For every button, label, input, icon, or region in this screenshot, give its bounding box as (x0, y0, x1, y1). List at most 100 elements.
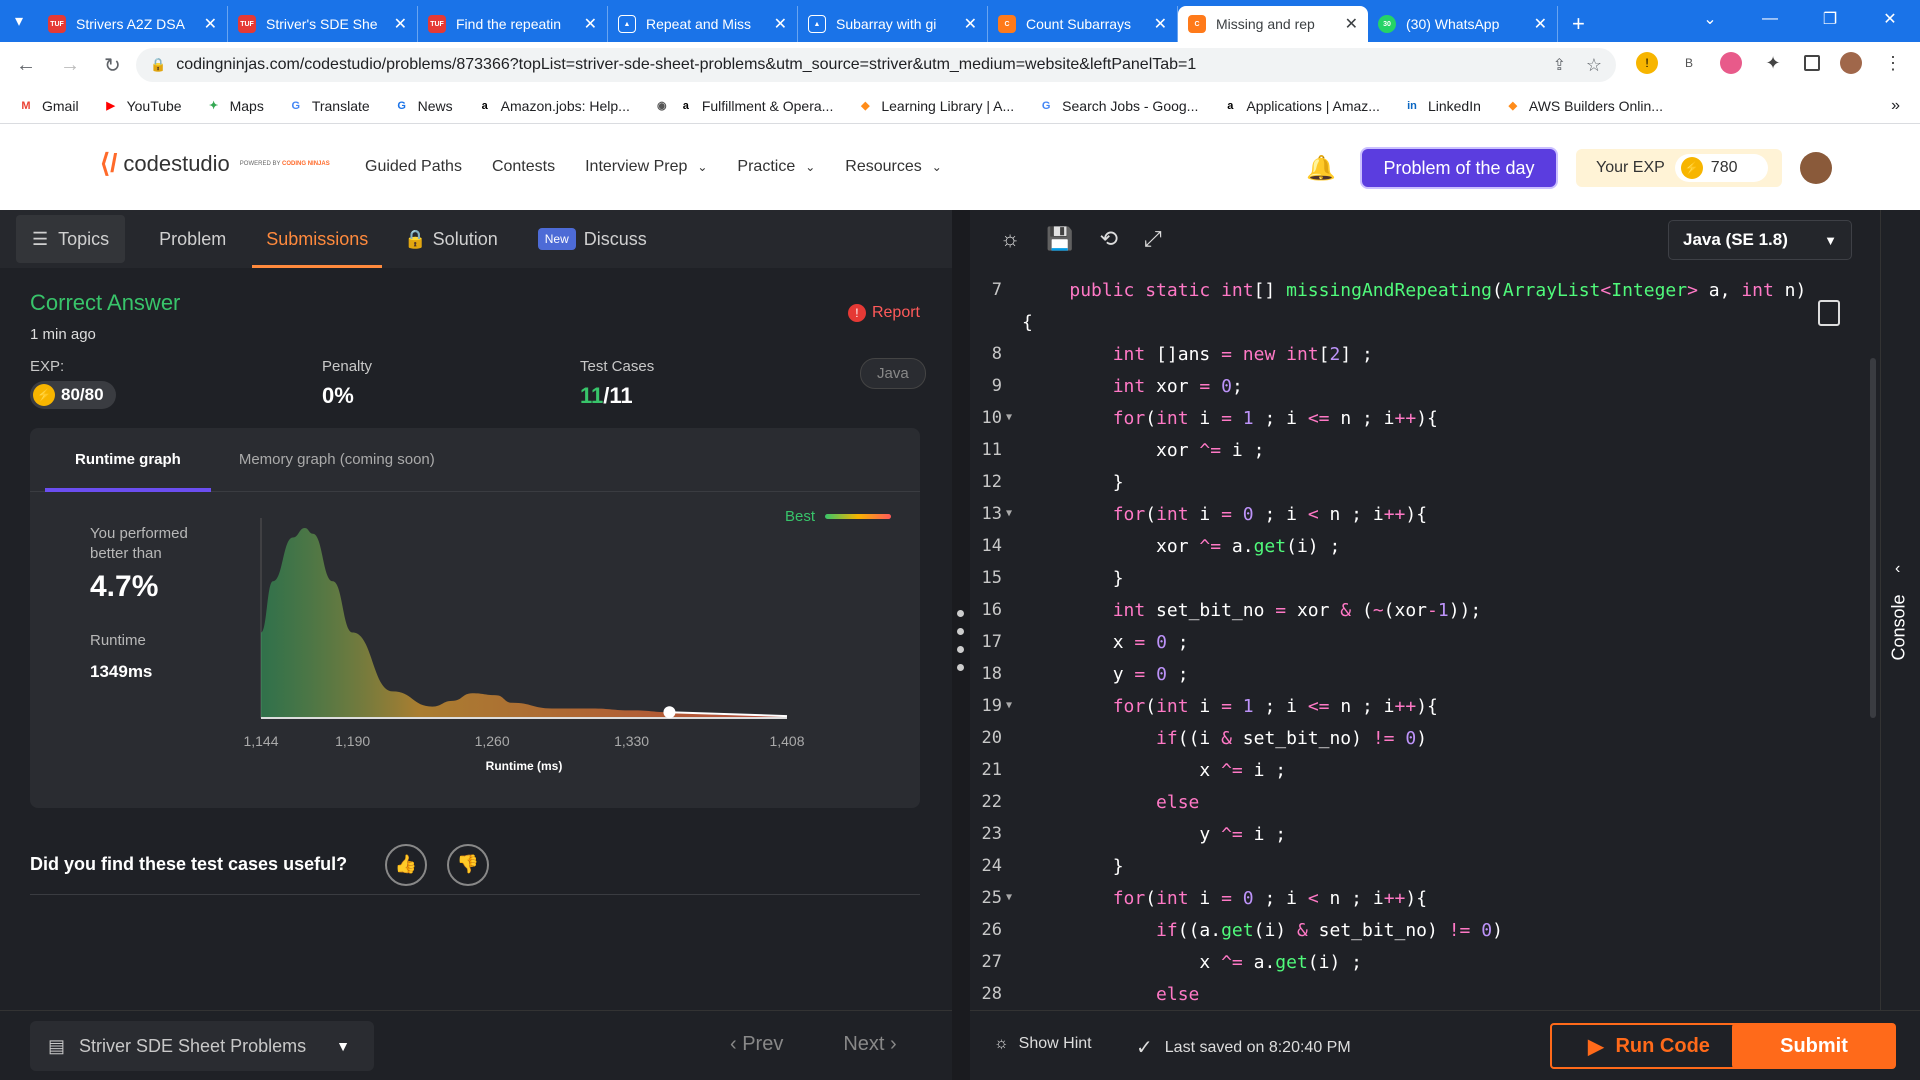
bookmark-item[interactable]: ◉ a Fulfillment & Opera... (654, 98, 833, 114)
submit-button[interactable]: Submit (1732, 1023, 1896, 1069)
code-token: ; i (1253, 504, 1308, 525)
bookmark-item[interactable]: a Amazon.jobs: Help... (477, 98, 630, 114)
menu-icon[interactable]: ⋮ (1882, 52, 1904, 74)
bookmark-item[interactable]: ◆ Learning Library | A... (857, 98, 1014, 114)
close-tab-icon[interactable]: ✕ (204, 14, 217, 34)
forward-icon[interactable]: → (60, 54, 80, 77)
tab-solution[interactable]: 🔒 Solution (390, 210, 511, 268)
lock-icon: 🔒 (404, 228, 427, 249)
code-text: public static int[] missingAndRepeating(… (1026, 280, 1806, 301)
browser-tab[interactable]: TUF Strivers A2Z DSA ✕ (38, 6, 228, 42)
line-number: 25 (981, 888, 1002, 908)
fullscreen-icon[interactable]: ⤢ (1144, 226, 1162, 252)
puzzle-icon[interactable]: ✦ (1762, 52, 1784, 74)
tab-topics[interactable]: ☰ Topics (16, 215, 126, 263)
code-token: - (1427, 600, 1438, 621)
editor-scrollbar[interactable] (1870, 358, 1876, 718)
nav-practice[interactable]: Practice ⌄ (737, 158, 815, 176)
bookmark-item[interactable]: G Search Jobs - Goog... (1038, 98, 1198, 114)
code-text: } (1026, 856, 1124, 877)
extension-b-icon[interactable]: B (1678, 52, 1700, 74)
left-panel: ☰ Topics Problem Submissions 🔒 Solution Ne… (0, 210, 952, 1010)
profile-avatar[interactable] (1840, 52, 1862, 74)
share-icon[interactable]: ⇪ (1553, 55, 1566, 75)
browser-tab[interactable]: TUF Find the repeatin ✕ (418, 6, 608, 42)
bookmark-item[interactable]: a Applications | Amaz... (1222, 98, 1380, 114)
thumbs-up-icon[interactable]: 👍 (385, 843, 428, 886)
bookmark-item[interactable]: M Gmail (18, 98, 78, 114)
new-tab-button[interactable]: + (1572, 6, 1585, 42)
tab-problem[interactable]: Problem (145, 210, 240, 268)
bookmark-item[interactable]: ◆ AWS Builders Onlin... (1505, 98, 1663, 114)
bookmark-item[interactable]: G News (394, 98, 452, 114)
prev-button[interactable]: ‹ Prev (730, 1033, 783, 1056)
url-bar[interactable]: 🔒 codingninjas.com/codestudio/problems/8… (136, 48, 1616, 82)
close-window-button[interactable]: ✕ (1860, 9, 1920, 29)
copy-icon[interactable] (1818, 300, 1840, 326)
bookmark-favicon-icon: ◆ (861, 100, 870, 112)
close-tab-icon[interactable]: ✕ (1154, 14, 1167, 34)
theme-toggle-icon[interactable]: ☼ (1000, 226, 1020, 252)
browser-tab[interactable]: ▲ Repeat and Miss ✕ (608, 6, 798, 42)
resize-handle[interactable] (957, 610, 964, 671)
close-tab-icon[interactable]: ✕ (774, 14, 787, 34)
nav-guided-paths[interactable]: Guided Paths (365, 158, 462, 176)
thumbs-down-icon[interactable]: 👎 (447, 843, 490, 886)
bookmark-star-icon[interactable]: ☆ (1586, 55, 1602, 76)
code-area[interactable]: 7 public static int[] missingAndRepeatin… (970, 268, 1880, 1010)
codestudio-logo[interactable]: ⟨/ codestudio POWERED BY CODING NINJAS (100, 148, 330, 179)
report-button[interactable]: ! Report (847, 304, 920, 322)
save-icon[interactable]: 💾 (1046, 226, 1073, 252)
nav-resources[interactable]: Resources ⌄ (845, 158, 942, 176)
bookmarks-more-icon[interactable]: » (1891, 97, 1900, 115)
extension-icon[interactable]: ! (1636, 52, 1658, 74)
minimize-button[interactable]: — (1740, 10, 1800, 28)
bookmark-favicon-icon: a (481, 99, 488, 112)
show-hint-button[interactable]: ☼ Show Hint (994, 1035, 1092, 1053)
sidepanel-icon[interactable] (1804, 55, 1820, 71)
browser-tab[interactable]: TUF Striver's SDE She ✕ (228, 6, 418, 42)
close-tab-icon[interactable]: ✕ (584, 14, 597, 34)
tab-submissions[interactable]: Submissions (252, 210, 383, 268)
exp-widget[interactable]: Your EXP ⚡ 780 (1576, 149, 1782, 187)
problem-list-select[interactable]: ▤ Striver SDE Sheet Problems ▼ (30, 1021, 374, 1071)
nav-contests[interactable]: Contests (492, 158, 555, 176)
next-button[interactable]: Next › (843, 1033, 896, 1056)
code-token: (i) (1253, 920, 1297, 941)
fold-icon[interactable]: ▼ (1006, 412, 1012, 423)
tab-list-icon[interactable]: ⌄ (1680, 9, 1740, 29)
back-icon[interactable]: ← (16, 54, 36, 77)
fold-icon[interactable]: ▼ (1006, 700, 1012, 711)
close-tab-icon[interactable]: ✕ (1345, 14, 1358, 34)
reload-icon[interactable]: ↻ (104, 53, 121, 78)
user-avatar[interactable] (1800, 152, 1832, 184)
lock-icon[interactable]: 🔒 (150, 57, 166, 73)
fold-icon[interactable]: ▼ (1006, 892, 1012, 903)
bookmark-item[interactable]: ✦ Maps (206, 98, 264, 114)
tab-discuss[interactable]: New Discuss (524, 210, 661, 268)
close-tab-icon[interactable]: ✕ (964, 14, 977, 34)
notification-bell-icon[interactable]: 🔔 (1306, 154, 1336, 183)
nav-interview-prep[interactable]: Interview Prep ⌄ (585, 158, 707, 176)
close-tab-icon[interactable]: ✕ (1534, 14, 1547, 34)
browser-tab[interactable]: 30 (30) WhatsApp ✕ (1368, 6, 1558, 42)
interviewbit-icon: ▲ (808, 15, 826, 33)
reset-icon[interactable]: ⟲ (1100, 226, 1118, 252)
language-select[interactable]: Java (SE 1.8) ▼ (1668, 220, 1852, 260)
browser-tab[interactable]: ▲ Subarray with gi ✕ (798, 6, 988, 42)
bookmark-item[interactable]: G Translate (288, 98, 370, 114)
code-token: ; (1166, 664, 1189, 685)
browser-tab[interactable]: C Missing and rep ✕ (1178, 6, 1368, 42)
run-code-button[interactable]: ▶ Run Code (1550, 1023, 1748, 1069)
tab-search-icon[interactable]: ▾ (0, 0, 38, 42)
console-toggle[interactable]: ‹ Console (1880, 210, 1920, 1080)
bookmark-item[interactable]: ▶ YouTube (103, 98, 181, 114)
close-tab-icon[interactable]: ✕ (394, 14, 407, 34)
fold-icon[interactable]: ▼ (1006, 508, 1012, 519)
bookmark-item[interactable]: in LinkedIn (1404, 98, 1481, 114)
problem-of-the-day-button[interactable]: Problem of the day (1362, 149, 1556, 187)
extension-brain-icon[interactable] (1720, 52, 1742, 74)
restore-button[interactable]: ❐ (1800, 9, 1860, 29)
browser-tab[interactable]: C Count Subarrays ✕ (988, 6, 1178, 42)
